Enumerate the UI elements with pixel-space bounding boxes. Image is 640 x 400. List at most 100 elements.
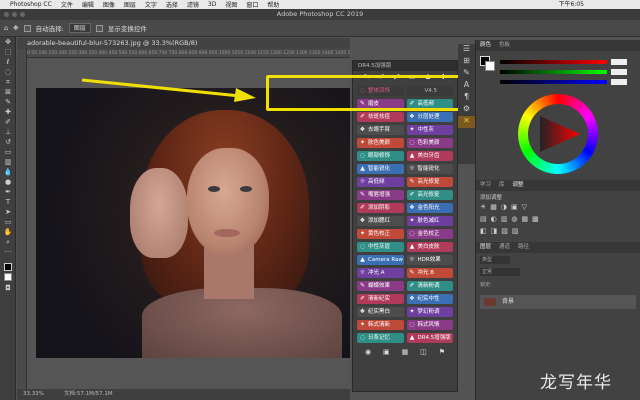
plugin-button[interactable]: ✦ 梦幻粉调 [406, 307, 453, 317]
menu-item-11[interactable]: 帮助 [267, 0, 279, 9]
plugin-button[interactable]: ☼ HDR效果 [406, 255, 453, 265]
plugin-button[interactable]: ◌ 眼部修饰 [357, 151, 404, 161]
plugin-button[interactable]: ▲ DR4.5增强版 [406, 333, 453, 343]
red-slider[interactable] [500, 60, 607, 64]
crop-tool-icon[interactable]: ⌗ [0, 77, 16, 87]
plugin-button[interactable]: ❖ 纪实黑白 [357, 307, 404, 317]
plugin-button[interactable]: ✦ 中性灰 [406, 125, 453, 135]
brush-tool-icon[interactable]: ✐ [0, 117, 16, 127]
plugin-button[interactable]: ▲ Camera Raw [357, 255, 404, 265]
zoom-level[interactable]: 33.33% [23, 389, 44, 400]
menu-item-4[interactable]: 图层 [124, 0, 136, 9]
tab-library[interactable]: 库 [499, 180, 505, 191]
blend-mode-select[interactable]: 正常 [480, 268, 520, 276]
plugin-button[interactable]: ◌ 日系记忆 [357, 333, 404, 343]
flag-icon[interactable]: ⚑ [439, 348, 445, 356]
plugin-button[interactable]: ✐ 高光修复 [406, 190, 453, 200]
show-transform-checkbox[interactable] [95, 24, 103, 32]
menu-item-7[interactable]: 滤镜 [187, 0, 199, 9]
auto-select-checkbox[interactable] [23, 24, 31, 32]
move-tool-icon[interactable]: ✥ [0, 37, 16, 47]
plugin-button[interactable]: ▲ 美白皮肤 [406, 242, 453, 252]
red-value[interactable] [611, 59, 627, 65]
tab-layers[interactable]: 图层 [480, 242, 491, 253]
layer-row[interactable]: 背景 [480, 295, 636, 309]
plugin-button[interactable]: ◌ 韩式风情 [406, 320, 453, 330]
quick-mask-icon[interactable]: ◘ [0, 283, 16, 293]
background-color-swatch[interactable] [0, 273, 16, 283]
plugin-button[interactable]: ✦ 肤色减红 [406, 216, 453, 226]
plugin-button[interactable]: ✎ 高光修复 [406, 177, 453, 187]
plugin-toggle-icon[interactable]: ✕ [458, 116, 475, 128]
tab-learn[interactable]: 学习 [480, 180, 491, 191]
plugin-button[interactable]: ✎ 蝴蝶效果 [357, 281, 404, 291]
dodge-tool-icon[interactable]: ● [0, 177, 16, 187]
plugin-button[interactable]: ▲ 智能锐化 [357, 164, 404, 174]
tab-swatches[interactable]: 色板 [499, 40, 510, 51]
menu-item-5[interactable]: 文字 [145, 0, 157, 9]
history-brush-icon[interactable]: ↺ [0, 137, 16, 147]
character-icon[interactable]: A [458, 80, 475, 92]
doc-size[interactable]: 文档:57.1M/57.1M [64, 389, 113, 400]
adjust-icon[interactable]: ⚙ [458, 104, 475, 116]
tab-color[interactable]: 颜色 [480, 40, 491, 51]
pen-tool-icon[interactable]: ✒ [0, 187, 16, 197]
layer-kind-filter[interactable]: 类型 [480, 256, 510, 264]
menu-item-8[interactable]: 3D [208, 1, 216, 8]
marquee-tool-icon[interactable]: ⬚ [0, 47, 16, 57]
plugin-button[interactable]: ❖ 纪实中性 [406, 294, 453, 304]
move-tool-icon[interactable]: ✥ [13, 24, 18, 32]
plugin-button[interactable]: ☼ 智能锐化 [406, 164, 453, 174]
tab-paths[interactable]: 路径 [518, 242, 529, 253]
plugin-button[interactable]: ❖ 金色阳光 [406, 203, 453, 213]
menu-item-6[interactable]: 选择 [166, 0, 178, 9]
adjustment-icons-row1[interactable]: ☀▦◑▣▽ [480, 203, 531, 211]
eraser-icon[interactable]: ▭ [0, 147, 16, 157]
plugin-button[interactable]: ❖ 去眼手臂 [357, 125, 404, 135]
window-controls[interactable] [4, 12, 25, 17]
plugin-button[interactable]: ✐ 清新粉调 [406, 281, 453, 291]
plugin-button[interactable]: ✦ 黄色校正 [357, 229, 404, 239]
menu-item-2[interactable]: 编辑 [82, 0, 94, 9]
tab-channels[interactable]: 通道 [499, 242, 510, 253]
menu-item-9[interactable]: 视图 [225, 0, 237, 9]
plugin-button[interactable]: ✎ 冲光 B [406, 268, 453, 278]
plugin-button[interactable]: ✦ 肤色美颜 [357, 138, 404, 148]
shape-tool-icon[interactable]: ▭ [0, 217, 16, 227]
plugin-button[interactable]: ✐ 添加阴影 [357, 203, 404, 213]
plugin-button[interactable]: ◌ 中性灰层 [357, 242, 404, 252]
grid-icon[interactable]: ▦ [402, 348, 409, 356]
home-icon[interactable]: ⌂ [4, 24, 8, 32]
stamp-tool-icon[interactable]: ⊥ [0, 127, 16, 137]
plugin-button[interactable]: ◌ 色彩美颜 [406, 138, 453, 148]
plugin-button[interactable]: ✐ 祛斑祛痘 [357, 112, 404, 122]
menu-item-3[interactable]: 图像 [103, 0, 115, 9]
frame-icon[interactable]: ▣ [383, 348, 390, 356]
zoom-tool-icon[interactable]: ⌕ [0, 237, 16, 247]
menu-item-1[interactable]: 文件 [61, 0, 73, 9]
document-tab[interactable]: adorable-beautiful-blur-573263.jpg @ 33.… [17, 38, 350, 49]
hue-triangle[interactable] [538, 114, 582, 154]
gradient-icon[interactable]: ▥ [0, 157, 16, 167]
plugin-button[interactable]: ❖ 分层处理 [406, 112, 453, 122]
menu-item-0[interactable]: Photoshop CC [10, 1, 52, 8]
blue-value[interactable] [611, 79, 627, 85]
history-icon[interactable]: ☰ [458, 44, 475, 56]
properties-icon[interactable]: ⊞ [458, 56, 475, 68]
healing-brush-icon[interactable]: ✚ [0, 107, 16, 117]
green-slider[interactable] [500, 70, 607, 74]
adjustment-icons-row2[interactable]: ▤◐▥◍▦▩ [480, 215, 543, 223]
brush-preset-icon[interactable]: ✎ [458, 68, 475, 80]
type-tool-icon[interactable]: T [0, 197, 16, 207]
layers-icon[interactable]: ◫ [420, 348, 427, 356]
foreground-color-swatch[interactable] [0, 263, 16, 273]
plugin-button[interactable]: ▲ 美白牙齿 [406, 151, 453, 161]
frame-tool-icon[interactable]: ⊠ [0, 87, 16, 97]
plugin-button[interactable]: ☼ 高低频 [357, 177, 404, 187]
quick-select-icon[interactable]: ◌ [0, 67, 16, 77]
blur-tool-icon[interactable]: 💧 [0, 167, 16, 177]
camera-icon[interactable]: ◉ [365, 348, 371, 356]
menu-item-10[interactable]: 窗口 [246, 0, 258, 9]
auto-select-dropdown[interactable]: 图层 [68, 23, 91, 33]
plugin-button[interactable]: ❖ 添加腮红 [357, 216, 404, 226]
